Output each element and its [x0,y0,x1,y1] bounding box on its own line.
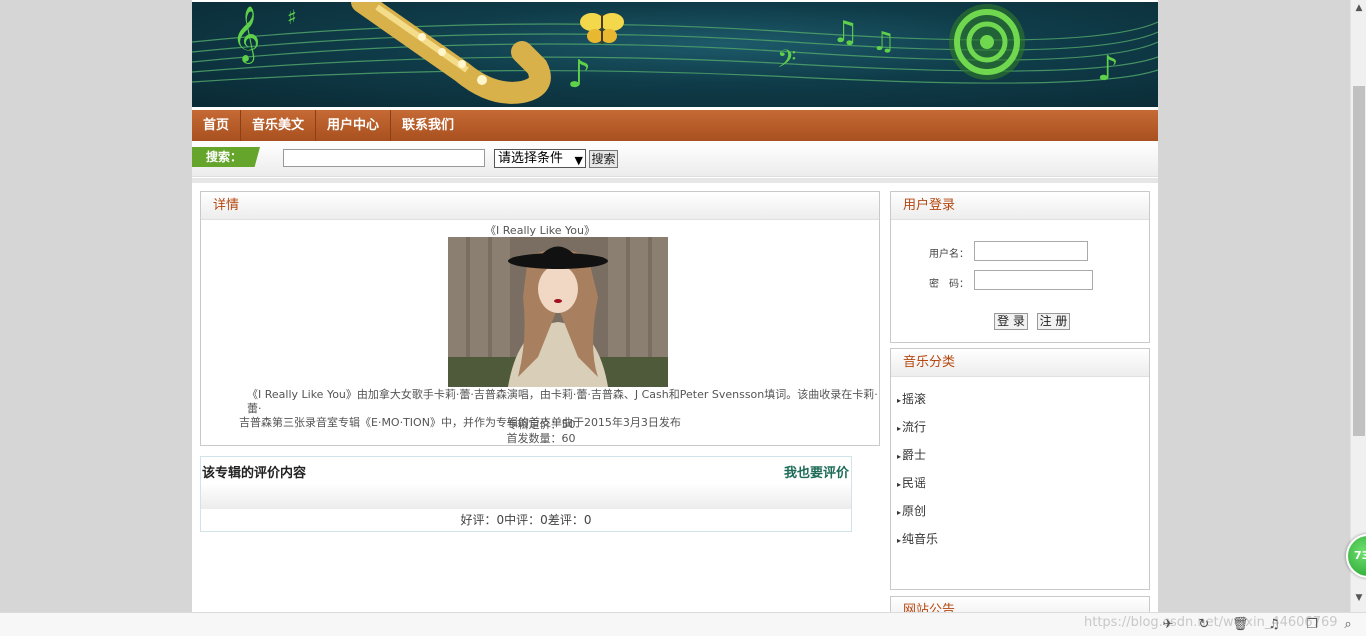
bullet-icon: ▸ [897,424,902,433]
password-label: 密 码： [929,279,969,290]
trash-icon[interactable]: 🗑 [1232,617,1249,633]
page-scrollbar[interactable]: ▲ ▼ [1350,0,1366,612]
review-section-title: 该专辑的评价内容 [202,466,307,481]
category-item-label: 流行 [902,420,927,434]
nav-item-music-articles[interactable]: 音乐美文 [241,110,317,141]
svg-text:♪: ♪ [567,52,591,96]
refresh-icon[interactable]: ↻ [1196,617,1212,633]
bullet-icon: ▸ [897,508,902,517]
svg-text:𝄢: 𝄢 [777,45,796,80]
password-field[interactable] [974,270,1093,290]
music-category-title: 音乐分类 [891,349,1149,377]
category-item-folk[interactable]: ▸民谣 [897,474,926,491]
album-description-line: 《I Really Like You》由加拿大女歌手卡莉·蕾·吉普森演唱，由卡莉… [247,388,878,415]
scrollbar-thumb[interactable] [1353,86,1365,436]
category-item-label: 爵士 [902,448,927,462]
pin-icon[interactable]: ✈ [1160,617,1176,633]
nav-item-contact[interactable]: 联系我们 [391,110,465,141]
svg-text:♫: ♫ [872,27,895,57]
bullet-icon: ▸ [897,480,902,489]
bullet-icon: ▸ [897,536,902,545]
svg-text:𝄞: 𝄞 [232,6,260,64]
svg-text:♫: ♫ [832,15,859,50]
search-bar: 搜索： 请选择条件 ▼ 搜索 [192,141,1158,177]
album-title: 《I Really Like You》 [485,224,595,237]
username-field[interactable] [974,241,1088,261]
nav-item-user-center[interactable]: 用户中心 [316,110,392,141]
login-button[interactable]: 登 录 [994,313,1028,330]
category-item-label: 纯音乐 [902,532,939,546]
category-item-instrumental[interactable]: ▸纯音乐 [897,530,938,547]
category-item-rock[interactable]: ▸摇滚 [897,390,926,407]
search-condition-select[interactable]: 请选择条件 ▼ [494,149,586,168]
svg-text:♯: ♯ [287,5,297,29]
site-notice-title: 网站公告 [891,597,1149,612]
music-category-panel: 音乐分类 ▸摇滚 ▸流行 ▸爵士 ▸民谣 ▸原创 ▸纯音乐 [890,348,1150,590]
review-section: 该专辑的评价内容 我也要评价 好评：0中评：0差评：0 [200,456,852,532]
search-button[interactable]: 搜索 [589,150,618,168]
register-button[interactable]: 注 册 [1037,313,1070,330]
divider [192,178,1158,183]
album-first-release-count: 首发数量：60 [506,432,576,445]
browser-status-bar: https://blog.csdn.net/weixin_44606769 ✈ … [0,612,1366,636]
category-item-label: 原创 [902,504,927,518]
window-icon[interactable]: ❐ [1304,617,1320,633]
banner-illustration: 𝄞 ♯ ♪ 𝄢 ♫ ♫ ♪ [192,2,1158,104]
review-list [201,483,851,509]
site-banner: 𝄞 ♯ ♪ 𝄢 ♫ ♫ ♪ [192,2,1158,107]
scroll-up-icon[interactable]: ▲ [1351,0,1366,16]
svg-text:♪: ♪ [1097,49,1119,89]
category-item-original[interactable]: ▸原创 [897,502,926,519]
login-panel-title: 用户登录 [891,192,1149,220]
write-review-link[interactable]: 我也要评价 [784,462,849,481]
nav-item-home[interactable]: 首页 [192,110,242,141]
main-nav: 首页 音乐美文 用户中心 联系我们 [192,110,1158,141]
category-item-pop[interactable]: ▸流行 [897,418,926,435]
category-item-label: 摇滚 [902,392,927,406]
search-tag-label: 搜索： [192,147,260,167]
category-item-label: 民谣 [902,476,927,490]
bullet-icon: ▸ [897,452,902,461]
bullet-icon: ▸ [897,396,902,405]
category-item-jazz[interactable]: ▸爵士 [897,446,926,463]
detail-panel: 详情 《I Really Like You》 《I Really Like Yo… [200,191,880,446]
speaker-icon[interactable]: ♫ [1266,617,1282,633]
detail-panel-title: 详情 [201,192,879,220]
review-stats: 好评：0中评：0差评：0 [460,513,592,527]
album-cover-image [448,237,668,387]
chevron-down-icon: ▼ [574,154,583,167]
floating-speed-badge[interactable]: 73 [1346,534,1366,578]
search-input[interactable] [283,149,485,167]
username-label: 用户名： [929,249,969,260]
scroll-down-icon[interactable]: ▼ [1351,590,1366,606]
zoom-icon[interactable]: ⌕ [1340,617,1356,633]
site-notice-panel: 网站公告 [890,596,1150,612]
login-panel: 用户登录 用户名： 密 码： 登 录 注 册 [890,191,1150,343]
album-cover-illustration [448,237,668,387]
page: 𝄞 ♯ ♪ 𝄢 ♫ ♫ ♪ 首页 音乐美文 用户中心 联系我们 搜索： 请选择条… [192,0,1158,612]
search-condition-value: 请选择条件 [498,151,564,166]
